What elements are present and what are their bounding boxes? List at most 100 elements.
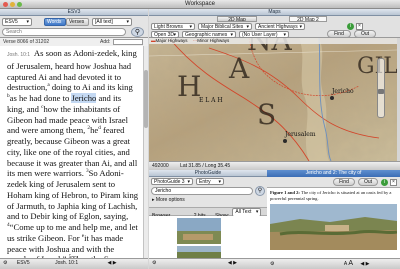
user-layer-select[interactable]: (No User Layer) [239, 31, 289, 38]
minimize-window-button[interactable] [10, 2, 15, 7]
map-legend: ▬Major Highways ⋯Minor Highways [149, 38, 397, 44]
chevron-left-icon[interactable]: ◀ [108, 260, 112, 266]
close-window-button[interactable] [3, 2, 8, 7]
map-find-button[interactable]: Find [327, 30, 351, 38]
zoom-slider[interactable] [377, 58, 385, 118]
chevron-right-icon[interactable]: ▶ [113, 260, 117, 266]
terrain-map[interactable]: GILENAAHSE L A HJerichoJerusalem [149, 38, 397, 161]
entry-select[interactable]: Entry [196, 178, 224, 185]
bible-search-bar: ⚲ [0, 27, 148, 38]
chevron-left-icon[interactable]: ◀ [228, 260, 232, 266]
zoom-slider-thumb[interactable] [378, 89, 384, 94]
chevron-right-icon[interactable]: ▶ [366, 261, 370, 267]
map-label: H [177, 70, 201, 103]
geographic-names-select[interactable]: Geographic names [182, 31, 236, 38]
legend-minor-highways: Minor Highways [197, 38, 230, 43]
map-label: Jerusalem [284, 131, 316, 138]
footer-reference[interactable]: Josh. 10:1 [55, 260, 78, 266]
map-label: A [228, 52, 250, 85]
viewer-content: Figure 1 and 2: The city of Jericho is s… [267, 188, 400, 258]
passage-reference: Josh. 10:1 [7, 52, 31, 58]
thumbnail-1 [177, 218, 221, 244]
more-options-toggle[interactable]: ▸ More options [152, 197, 185, 203]
figure-caption: Figure 1 and 2: The city of Jericho is s… [270, 190, 397, 201]
gear-icon[interactable]: ⚙ [3, 260, 7, 266]
text-size-small-icon[interactable]: A [344, 261, 347, 267]
photoguide-search-icon[interactable]: ⚲ [255, 186, 265, 196]
window-titlebar: Workspace [0, 0, 400, 9]
jericho-marker [330, 96, 334, 100]
bible-text-panel: Josh. 10:1 As soon as Adoni-zedek, king … [0, 46, 145, 258]
chevron-right-icon[interactable]: ▶ [233, 260, 237, 266]
map-label: E L A H [199, 97, 223, 104]
map-scale: 492000 [152, 163, 169, 169]
map-canvas[interactable]: GILENAAHSE L A HJerichoJerusalem ▬Major … [149, 38, 397, 161]
bible-footer: ⚙ ESV5 Josh. 10:1 ◀ ▶ [0, 258, 148, 269]
viewer-find-button[interactable]: Find [333, 178, 355, 186]
verse-info-bar: Verse 8066 of 31202 Add: [0, 38, 148, 46]
bible-pane-title: ESV3 [67, 9, 81, 15]
map-label: Jericho [331, 88, 354, 95]
map-style-select[interactable]: Light Browns [151, 23, 195, 30]
viewer-header: Jericho and 2: The city of [267, 170, 400, 177]
photoguide-toolbar: PhotoGuide 3 Entry ⚲ ▸ More options [149, 177, 267, 207]
viewer-close-icon[interactable]: × [390, 179, 397, 186]
tab-2d-map[interactable]: 2D Map [217, 16, 257, 22]
verses-mode-button[interactable]: Verses [66, 18, 89, 26]
viewer-footer: ⚙ A A ◀ ▶ [267, 258, 400, 269]
photoguide-select[interactable]: PhotoGuide 3 [151, 178, 193, 185]
jericho-photo [270, 204, 398, 250]
photoguide-search-input[interactable] [151, 187, 253, 195]
bible-search-icon[interactable]: ⚲ [131, 27, 144, 37]
map-coordinates: Lat 31.85 / Long 35.45 [180, 163, 231, 169]
zoom-window-button[interactable] [17, 2, 22, 7]
passage-segment: doing to Ai and its king [49, 82, 133, 93]
thumbnail-strip[interactable] [149, 216, 267, 258]
map-tab-bar: 2D Map 2D Map 2 Light Browns Major Bibli… [149, 16, 400, 38]
add-select[interactable] [113, 39, 143, 45]
passage-segment: as he had done to [9, 93, 72, 103]
photoguide-footer: ⚙ ◀ ▶ [149, 258, 267, 269]
footer-version[interactable]: ESV5 [17, 260, 30, 266]
open-3d-select[interactable]: Open 3D [151, 31, 179, 38]
thumbnail-2 [177, 246, 221, 258]
gear-icon[interactable]: ⚙ [270, 261, 274, 267]
passage-text: Josh. 10:1 As soon as Adoni-zedek, king … [7, 48, 139, 258]
viewer-out-button[interactable]: Out [358, 178, 378, 186]
bible-search-input[interactable] [2, 28, 126, 36]
viewer-title: Jericho and 2: The city of [305, 170, 362, 176]
tab-2d-map-2[interactable]: 2D Map 2 [289, 16, 327, 22]
add-label: Add: [100, 39, 111, 45]
maps-pane-title: Maps [268, 9, 281, 15]
maps-pane-header: Maps [149, 9, 400, 16]
verse-position-indicator: Verse 8066 of 31202 [3, 39, 50, 45]
viewer-info-icon[interactable]: i [381, 179, 388, 186]
more-options-label: More options [155, 197, 185, 203]
map-out-button[interactable]: Out [354, 30, 376, 38]
caption-label: Figure 1 and 2: [270, 190, 300, 195]
bible-scroll-thumb[interactable] [144, 70, 148, 128]
photoguide-pane-title: PhotoGuide [194, 170, 222, 176]
bible-version-select[interactable]: ESV5 [2, 18, 32, 26]
words-mode-button[interactable]: Words [44, 18, 66, 26]
passage-segment: he [90, 125, 99, 136]
map-highways-select[interactable]: Ancient Highways [255, 23, 305, 30]
map-info-icon[interactable]: i [347, 23, 354, 30]
jerusalem-marker [283, 139, 287, 143]
chevron-left-icon[interactable]: ◀ [360, 261, 364, 267]
browser-bar: Browser 2 hits Show: All Text [149, 207, 267, 219]
viewer-toolbar: Find Out i × [267, 177, 400, 188]
text-size-large-icon[interactable]: A [348, 260, 353, 267]
bible-pane-header: ESV3 [0, 9, 148, 16]
bible-search-scope-select[interactable]: [All text] [92, 18, 132, 26]
map-label: S [257, 98, 276, 131]
legend-major-highways: Major Highways [155, 38, 188, 43]
photo-thumbnails [149, 216, 267, 258]
highlighted-word: Jericho [71, 93, 97, 103]
map-close-icon[interactable]: × [356, 23, 363, 30]
bible-toolbar: ESV5 Words Verses [All text] [0, 16, 148, 27]
map-sites-select[interactable]: Major Biblical Sites [198, 23, 252, 30]
gear-icon[interactable]: ⚙ [152, 260, 156, 266]
map-status-bar: 492000 Lat 31.85 / Long 35.45 [149, 161, 400, 170]
bible-scrollbar[interactable] [143, 46, 148, 258]
